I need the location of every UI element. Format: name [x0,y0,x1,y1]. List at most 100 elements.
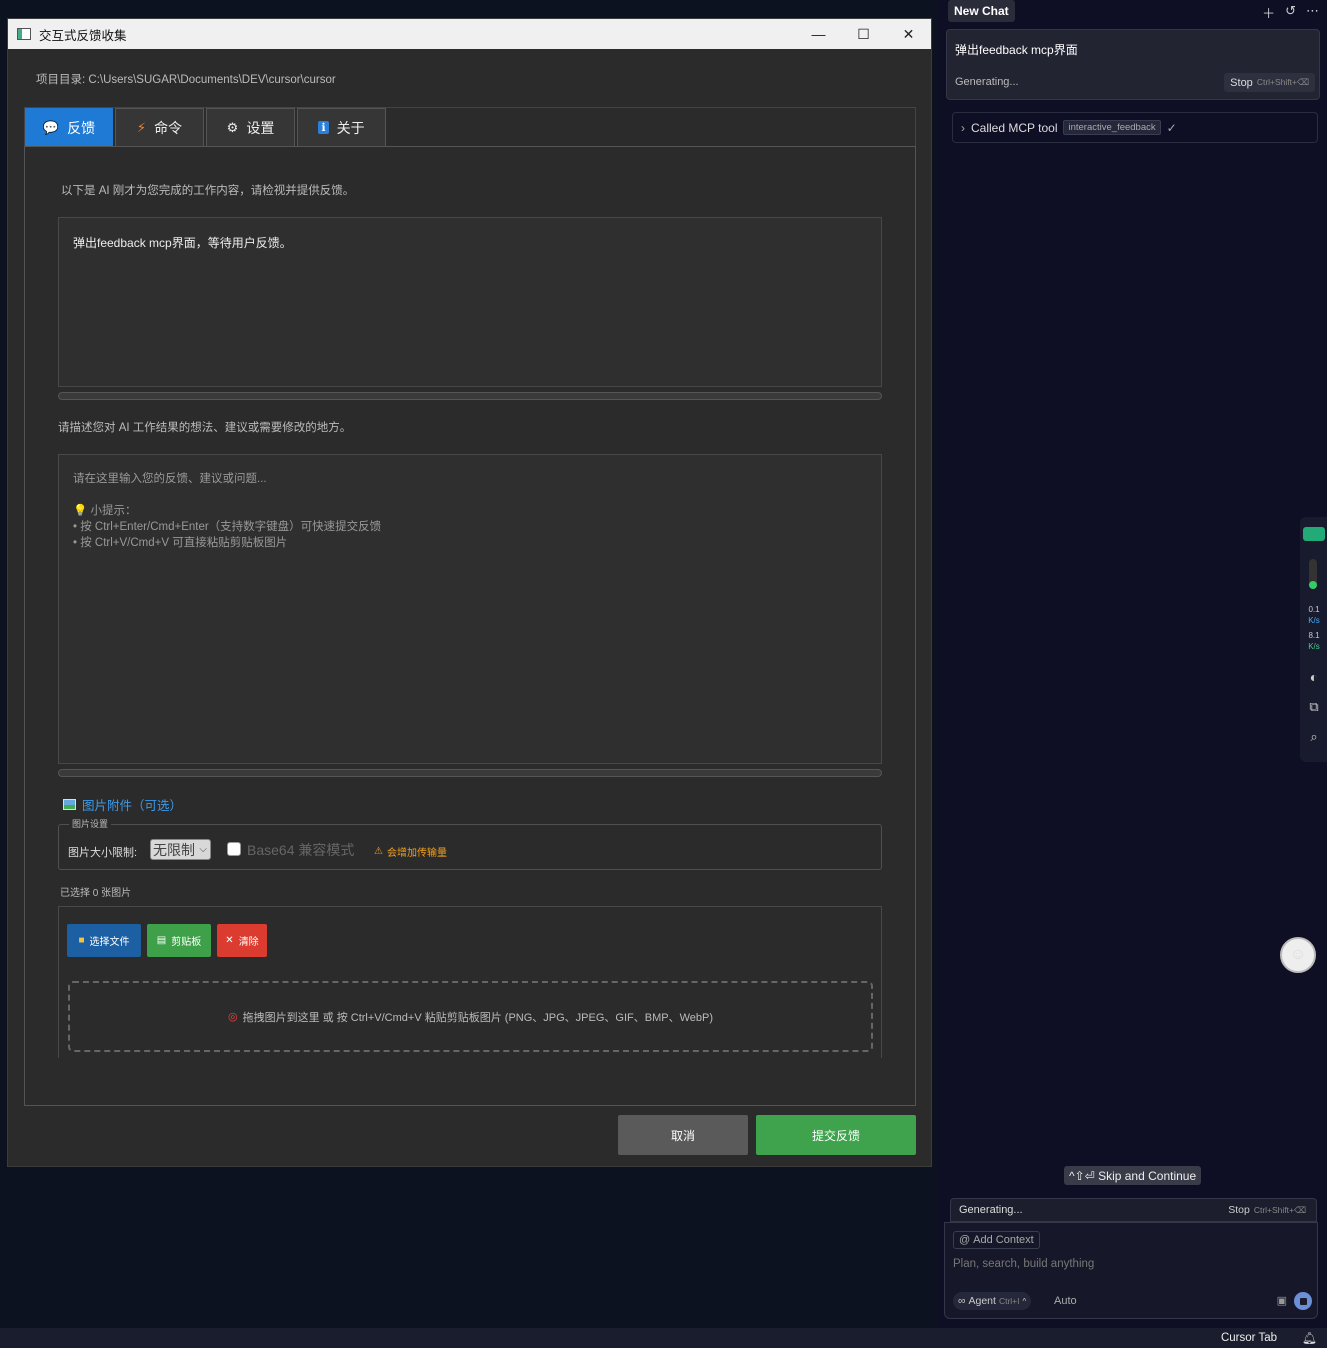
tip-line: • 按 Ctrl+Enter/Cmd+Enter（支持数字键盘）可快速提交反馈 [73,521,382,533]
refresh-icon[interactable]: ◐ [1303,669,1325,685]
cursor-tab-status[interactable]: Cursor Tab [1221,1332,1277,1344]
new-chat-tab[interactable]: New Chat [948,0,1015,22]
tab-commands[interactable]: ⚡ 命令 [115,108,204,146]
download-unit: K/s [1308,642,1320,651]
close-button[interactable]: ✕ [886,19,931,49]
drop-zone-text: 拖拽图片到这里 或 按 Ctrl+V/Cmd+V 粘贴剪贴板图片 (PNG、JP… [242,1011,713,1024]
window-title: 交互式反馈收集 [39,28,127,43]
chevron-right-icon: › [961,120,965,135]
project-directory: 项目目录: C:\Users\SUGAR\Documents\DEV\curso… [36,74,336,86]
agent-label: Agent [968,1295,996,1307]
tip-line: • 按 Ctrl+V/Cmd+V 可直接粘贴剪贴板图片 [73,537,288,549]
placeholder-line: 请在这里输入您的反馈、建议或问题... [73,473,267,485]
download-speed: 8.1 [1308,631,1320,640]
tab-settings[interactable]: ⚙ 设置 [206,108,295,146]
stop-generation-button[interactable] [1294,1292,1312,1310]
tab-about[interactable]: ℹ 关于 [297,108,386,146]
search-icon[interactable]: ⌕ [1303,729,1325,745]
minimize-button[interactable]: — [796,19,841,49]
clipboard-button[interactable]: ▤ 剪贴板 [147,924,211,957]
add-context-button[interactable]: @ Add Context [953,1231,1040,1249]
chat-sidebar: New Chat ＋ ↺ ⋯ 弹出feedback mcp界面 Generati… [938,0,1327,1328]
clipboard-label: 剪贴板 [171,937,202,948]
avatar[interactable]: ☺ [1280,937,1316,973]
base64-checkbox[interactable] [227,842,241,856]
model-select[interactable]: Auto [1054,1295,1077,1307]
mcp-tool-call[interactable]: › Called MCP tool interactive_feedback ✓ [952,112,1318,143]
upload-unit: K/s [1308,616,1320,625]
sidebar-actions: ＋ ↺ ⋯ [1262,3,1319,22]
select-file-label: 选择文件 [89,937,130,948]
tab-label: 设置 [246,119,275,136]
tab-label: 反馈 [67,119,96,136]
describe-label: 请描述您对 AI 工作结果的想法、建议或需要修改的地方。 [58,422,352,434]
tab-label: 关于 [336,119,365,136]
warning-text: ⚠ 会增加传输量 [374,844,447,859]
upload-speed: 0.1 [1308,605,1320,614]
tab-label: 命令 [154,119,183,136]
stop-shortcut: Ctrl+Shift+⌫ [1256,77,1309,87]
close-icon: ✕ [225,935,234,946]
crop-icon[interactable]: ⧉ [1303,699,1325,715]
picture-icon [63,799,76,810]
clear-button[interactable]: ✕ 清除 [217,924,267,957]
image-settings-group: 图片设置 图片大小限制: 无限制 ⌵ Base64 兼容模式 ⚠ 会增加传输量 [58,817,882,870]
more-icon[interactable]: ⋯ [1306,3,1319,22]
tip-title: 💡 小提示： [73,505,137,517]
chevron-down-icon: ⌵ [199,844,207,855]
generating-status: Generating... [955,76,1019,88]
plus-icon[interactable]: ＋ [1262,3,1275,22]
infinity-icon: ∞ [958,1295,966,1307]
warning-label: 会增加传输量 [386,848,447,859]
tab-feedback[interactable]: 💬 反馈 [25,108,113,146]
warning-icon: ⚠ [374,846,383,857]
mcp-tool-name: interactive_feedback [1063,120,1161,135]
app-icon [17,28,31,40]
shield-icon[interactable] [1303,527,1325,541]
check-icon: ✓ [1166,120,1177,135]
image-icon[interactable]: ▣ [1277,1294,1287,1307]
history-icon[interactable]: ↺ [1285,3,1296,22]
feedback-scrollbar[interactable] [58,769,882,777]
info-icon: ℹ [318,121,329,134]
base64-label[interactable]: Base64 兼容模式 [247,840,354,860]
image-heading-text: 图片附件（可选） [82,799,183,813]
submit-feedback-button[interactable]: 提交反馈 [756,1115,916,1155]
chevron-up-icon: ^ [1022,1296,1027,1306]
selected-count: 已选择 0 张图片 [60,888,132,899]
feedback-input[interactable]: 请在这里输入您的反馈、建议或问题... 💡 小提示： • 按 Ctrl+Ente… [58,454,882,764]
memory-gauge [1309,559,1317,589]
user-message-text: 弹出feedback mcp界面 [955,43,1078,57]
clear-label: 清除 [238,937,259,948]
cancel-button[interactable]: 取消 [618,1115,748,1155]
ai-summary-box: 弹出feedback mcp界面，等待用户反馈。 [58,217,882,387]
image-drop-zone[interactable]: ◎ 拖拽图片到这里 或 按 Ctrl+V/Cmd+V 粘贴剪贴板图片 (PNG、… [68,981,873,1052]
skip-and-continue-button[interactable]: ^⇧⏎ Skip and Continue [1064,1166,1202,1185]
user-message[interactable]: 弹出feedback mcp界面 Generating... Stop Ctrl… [946,29,1320,100]
feedback-panel: 以下是 AI 刚才为您完成的工作内容，请检视并提供反馈。 弹出feedback … [24,146,916,1106]
maximize-button[interactable]: ☐ [841,19,886,49]
agent-mode-select[interactable]: ∞ Agent Ctrl+I ^ [953,1292,1032,1310]
image-attachment-heading: 图片附件（可选） [63,795,182,814]
stop-shortcut: Ctrl+Shift+⌫ [1253,1204,1306,1215]
folder-icon: ■ [78,935,85,946]
clipboard-icon: ▤ [156,935,167,946]
chat-input[interactable]: Plan, search, build anything [953,1258,1094,1270]
at-icon: @ [959,1234,971,1246]
image-area: ■ 选择文件 ▤ 剪贴板 ✕ 清除 ◎ 拖拽图片到这里 或 按 Ctrl+V/C… [58,906,882,1058]
summary-scrollbar[interactable] [58,392,882,400]
size-limit-select[interactable]: 无限制 ⌵ [150,839,211,860]
stop-button[interactable]: Stop Ctrl+Shift+⌫ [1228,1204,1306,1216]
add-context-label: Add Context [973,1234,1034,1246]
stop-label: Stop [1228,1204,1250,1216]
select-file-button[interactable]: ■ 选择文件 [67,924,141,957]
speech-bubble-icon: 💬 [42,119,60,135]
feedback-window: 交互式反馈收集 — ☐ ✕ 项目目录: C:\Users\SUGAR\Docum… [7,18,932,1167]
bell-icon[interactable]: 🔔︎ [1302,1331,1317,1345]
tab-bar: 💬 反馈 ⚡ 命令 ⚙ 设置 ℹ 关于 [25,108,388,146]
chat-composer[interactable]: @ Add Context Plan, search, build anythi… [944,1222,1318,1319]
size-limit-value: 无限制 [153,841,195,858]
target-icon: ◎ [227,1011,238,1023]
stop-button[interactable]: Stop Ctrl+Shift+⌫ [1224,73,1315,92]
title-bar: 交互式反馈收集 — ☐ ✕ [8,19,931,49]
